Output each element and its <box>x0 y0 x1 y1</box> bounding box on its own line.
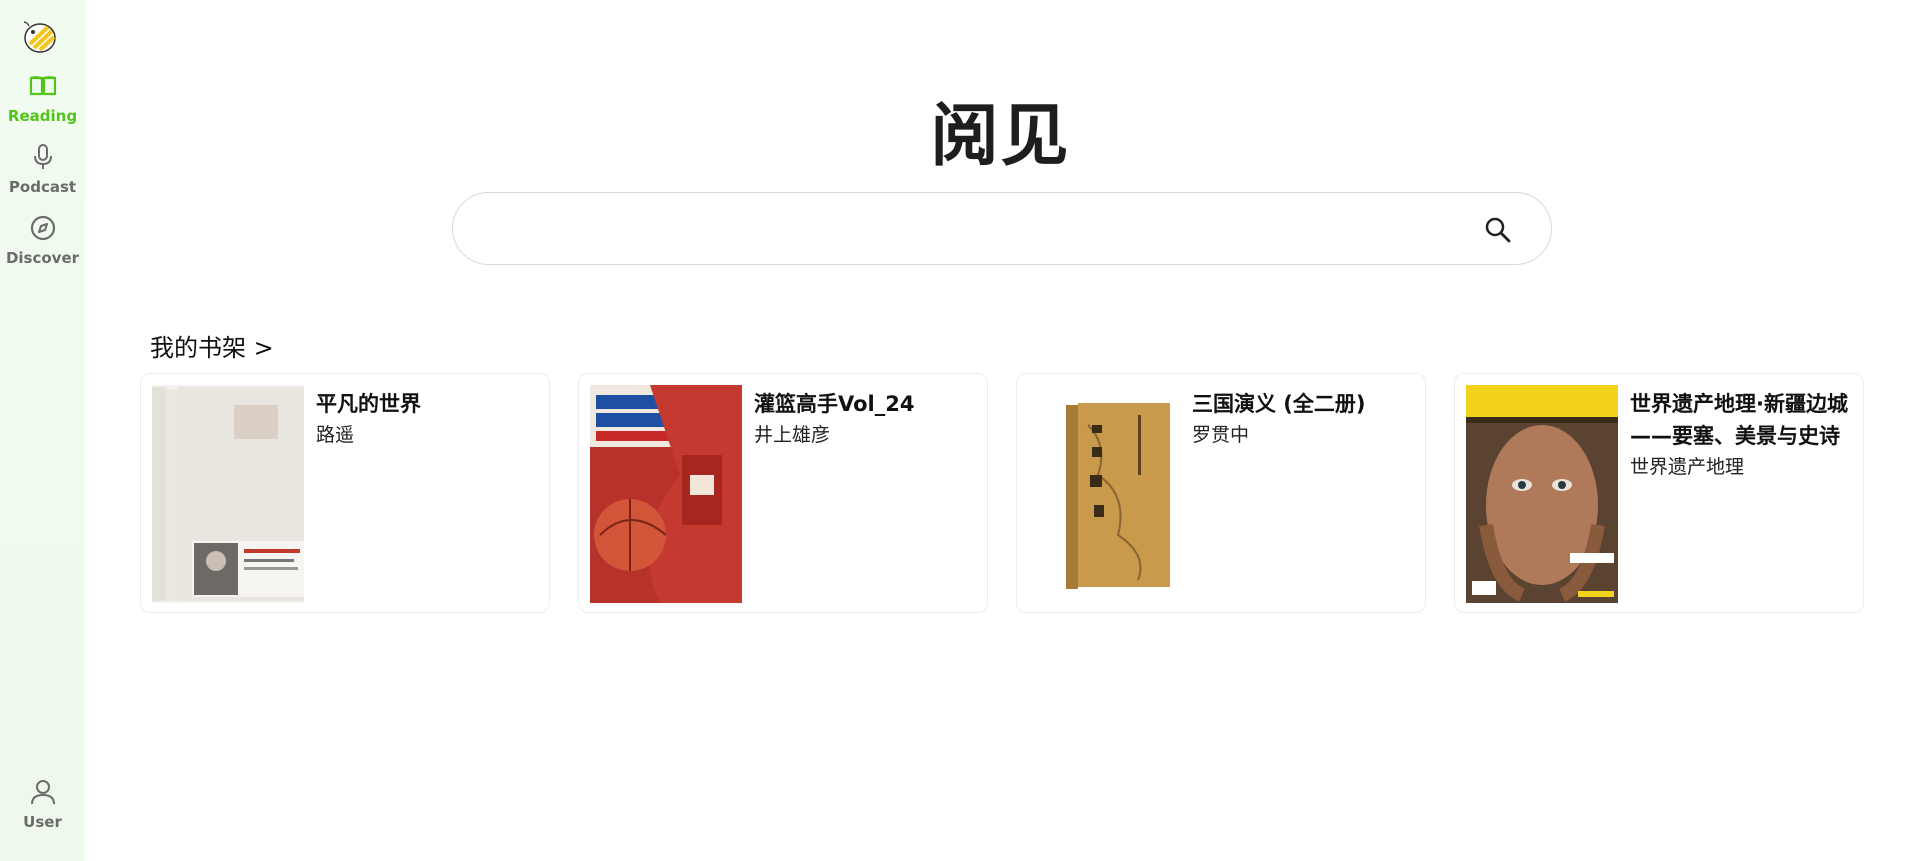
sidebar-item-discover[interactable]: Discover <box>0 213 85 267</box>
sidebar-item-label: User <box>23 813 62 831</box>
bee-logo-icon[interactable] <box>21 18 59 56</box>
book-author: 井上雄彦 <box>754 424 831 446</box>
book-title: 平凡的世界 路遥 <box>316 388 537 450</box>
sidebar-item-label: Reading <box>7 107 78 125</box>
compass-icon <box>30 215 55 241</box>
search-bar[interactable] <box>452 192 1552 265</box>
book-card[interactable]: 三国演义 (全二册) 罗贯中 <box>1016 373 1426 613</box>
book-card[interactable]: 世界遗产地理·新疆边城——要塞、美景与史诗 世界遗产地理 <box>1454 373 1864 613</box>
microphone-icon <box>33 144 52 169</box>
book-card[interactable]: 平凡的世界 路遥 <box>140 373 550 613</box>
book-author: 罗贯中 <box>1192 424 1250 446</box>
book-title: 灌篮高手Vol_24 井上雄彦 <box>754 388 975 450</box>
sidebar: Reading Podcast Discover User <box>0 0 85 861</box>
book-open-icon <box>29 76 56 96</box>
sidebar-item-reading[interactable]: Reading <box>0 71 85 125</box>
sidebar-item-label: Discover <box>5 249 80 267</box>
book-cover-image <box>1028 385 1180 603</box>
page-title: 阅见 <box>930 97 1071 176</box>
sidebar-item-user[interactable]: User <box>0 777 85 831</box>
search-icon[interactable] <box>1483 215 1513 245</box>
book-card[interactable]: 灌篮高手Vol_24 井上雄彦 <box>578 373 988 613</box>
book-title: 世界遗产地理·新疆边城——要塞、美景与史诗 世界遗产地理 <box>1630 388 1851 482</box>
book-cover-image <box>590 385 742 603</box>
book-author: 世界遗产地理 <box>1630 456 1745 478</box>
user-icon <box>30 780 55 805</box>
bookshelf-link[interactable]: 我的书架 > <box>150 328 274 363</box>
book-title: 三国演义 (全二册) 罗贯中 <box>1192 388 1413 450</box>
sidebar-item-label: Podcast <box>8 178 77 196</box>
search-input[interactable] <box>483 207 1463 251</box>
book-author: 路遥 <box>316 424 355 446</box>
book-cover-image <box>1466 385 1618 603</box>
sidebar-item-podcast[interactable]: Podcast <box>0 142 85 196</box>
book-cover-image <box>152 385 304 603</box>
